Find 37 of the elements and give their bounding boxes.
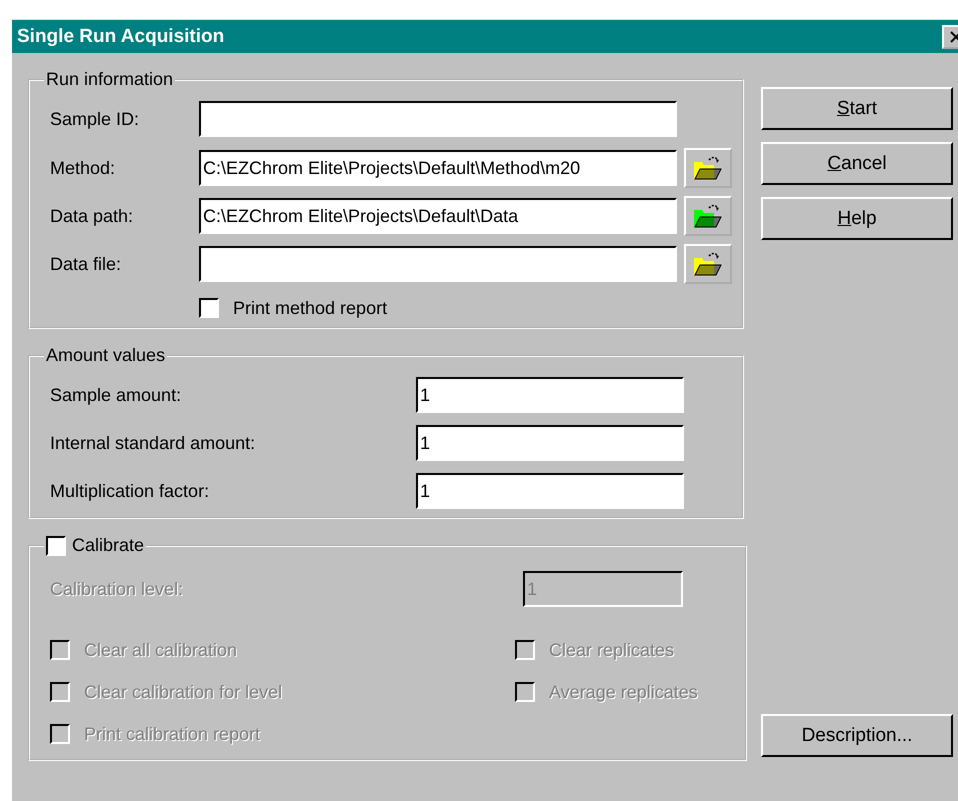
input-field[interactable]: 1	[416, 473, 684, 509]
checkbox[interactable]	[199, 298, 219, 318]
field-label: Sample amount:	[50, 384, 182, 406]
input-field[interactable]: 1	[416, 425, 684, 461]
open-folder-icon	[693, 154, 723, 182]
group-title: Calibrate	[72, 535, 144, 556]
input-field[interactable]	[199, 101, 677, 137]
field-label: Internal standard amount:	[50, 432, 256, 454]
field-label: Method:	[50, 158, 116, 178]
checkbox-label: Average replicates	[549, 682, 698, 702]
checkbox-label: Clear all calibration	[84, 640, 238, 660]
field-label: Multiplication factor:	[50, 480, 210, 502]
input-field[interactable]	[199, 246, 677, 282]
group-title: Run information	[46, 69, 174, 90]
dialog-button[interactable]: Cancel	[761, 142, 953, 185]
checkbox[interactable]	[46, 536, 66, 556]
checkbox-label: Print method report	[233, 298, 388, 318]
checkbox-label: Clear replicates	[549, 640, 674, 660]
open-folder-icon	[693, 250, 723, 278]
browse-button[interactable]	[684, 244, 732, 284]
field-label: Data file:	[50, 254, 122, 274]
field-label: Calibration level:	[50, 578, 184, 600]
checkbox-label: Clear calibration for level	[84, 682, 282, 702]
input-field[interactable]: C:\EZChrom Elite\Projects\Default\Data	[199, 198, 677, 234]
checkbox-label: Print calibration report	[84, 724, 260, 744]
open-folder-icon	[693, 202, 723, 230]
field-label: Data path:	[50, 206, 134, 226]
window-title: Single Run Acquisition	[17, 26, 224, 48]
dialog-button[interactable]: Start	[761, 87, 953, 130]
dialog-button[interactable]: Help	[761, 197, 953, 240]
input-field[interactable]: C:\EZChrom Elite\Projects\Default\Method\m20	[199, 150, 677, 186]
field-label: Sample ID:	[50, 108, 140, 130]
input-field[interactable]: 1	[416, 377, 684, 413]
description-button[interactable]: Description...	[761, 714, 953, 757]
group-title: Amount values	[46, 345, 166, 366]
browse-button[interactable]	[684, 196, 732, 236]
browse-button[interactable]	[684, 148, 732, 188]
